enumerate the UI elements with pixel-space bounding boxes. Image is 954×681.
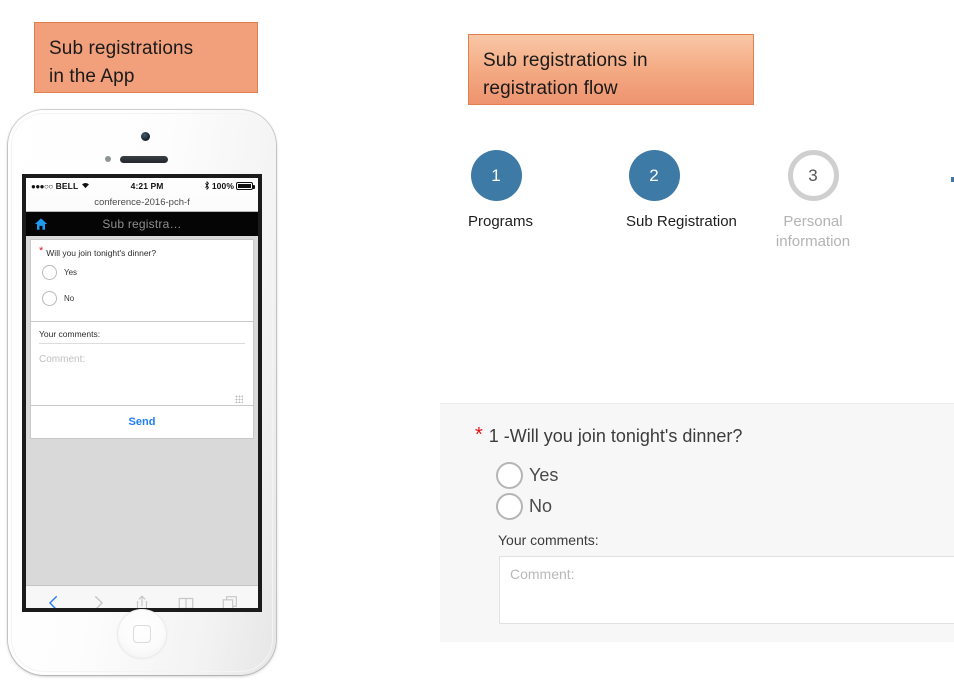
comment-textarea[interactable]: Comment: <box>39 349 245 405</box>
step-1-number: 1 <box>491 165 501 185</box>
tabs-icon-svg <box>222 596 237 608</box>
radio-no-label: No <box>529 496 553 516</box>
radio-no-label: No <box>64 294 75 303</box>
comment-placeholder: Comment: <box>39 354 86 365</box>
url-text: conference-2016-pch-f <box>94 197 190 208</box>
step-3-circle[interactable]: 3 <box>787 150 839 201</box>
question-label: * Will you join tonight's dinner? <box>39 245 245 259</box>
callout-app-line1: Sub registrations <box>49 38 194 59</box>
form-panel-radio-yes[interactable]: Yes <box>496 462 558 489</box>
callout-flow-title: Sub registrations in registration flow <box>468 34 754 105</box>
bookmarks-icon-svg <box>178 597 194 608</box>
phone-screen: ●●●○○ BELL 4:21 PM 100% conference-2016-… <box>22 174 262 612</box>
step-3-number: 3 <box>808 165 818 185</box>
desktop-form-panel: * 1 -Will you join tonight's dinner? Yes… <box>440 403 954 642</box>
form-panel-question: * 1 -Will you join tonight's dinner? <box>475 424 743 447</box>
bluetooth-icon <box>204 180 210 192</box>
home-icon-svg <box>34 218 48 230</box>
ios-status-bar: ●●●○○ BELL 4:21 PM 100% <box>26 178 258 194</box>
resize-handle-icon[interactable] <box>235 395 243 403</box>
required-asterisk: * <box>475 424 483 446</box>
stepper-step-3[interactable]: 3 Personal information <box>776 150 850 252</box>
step-1-label: Programs <box>468 213 534 230</box>
proximity-sensor-icon <box>105 156 111 162</box>
callout-app-line2: in the App <box>49 66 135 87</box>
callout-flow-line2: registration flow <box>483 78 618 99</box>
radio-yes-icon[interactable] <box>42 265 57 280</box>
registration-stepper: 1 Programs 2 Sub Registration 3 Personal… <box>455 150 954 260</box>
mobile-web-form: * Will you join tonight's dinner? Yes No <box>26 239 258 608</box>
earpiece-speaker <box>120 156 168 163</box>
bookmarks-icon[interactable] <box>177 594 195 608</box>
form-panel-comment-placeholder: Comment: <box>510 566 575 582</box>
forward-icon <box>89 594 107 608</box>
send-button[interactable]: Send <box>30 406 254 439</box>
carrier-label: BELL <box>55 181 79 191</box>
radio-yes-label: Yes <box>64 268 78 277</box>
step-2-label: Sub Registration <box>626 213 737 230</box>
radio-yes-label: Yes <box>529 465 559 485</box>
form-panel-comments-label: Your comments: <box>498 532 599 548</box>
stepper-step-1[interactable]: 1 Programs <box>468 150 534 232</box>
callout-app-title: Sub registrations in the App <box>34 22 258 93</box>
form-panel-radio-no[interactable]: No <box>496 493 552 520</box>
app-nav-bar: Sub registra… <box>26 212 258 236</box>
question-block: * Will you join tonight's dinner? Yes No <box>31 240 253 321</box>
tabs-icon[interactable] <box>221 594 239 608</box>
radio-yes-icon[interactable] <box>496 462 523 489</box>
form-panel-comment-textarea[interactable]: Comment: <box>499 556 954 624</box>
radio-no-icon[interactable] <box>496 493 523 520</box>
form-panel-question-text: 1 -Will you join tonight's dinner? <box>488 426 743 446</box>
home-button[interactable] <box>117 609 167 659</box>
bluetooth-icon-svg <box>205 180 209 190</box>
send-button-label: Send <box>128 416 156 428</box>
forward-icon-svg <box>95 595 103 608</box>
front-camera-icon <box>141 132 150 141</box>
back-icon[interactable] <box>45 594 63 608</box>
step-2-circle[interactable]: 2 <box>628 150 680 201</box>
comments-label: Your comments: <box>39 329 101 339</box>
slide-canvas: Sub registrations in the App Sub registr… <box>0 0 954 681</box>
comments-block: Your comments: Comment: <box>31 322 253 405</box>
status-time: 4:21 PM <box>130 181 164 191</box>
safari-toolbar <box>26 585 258 608</box>
radio-option-yes[interactable]: Yes <box>42 265 245 280</box>
status-right: 100% <box>204 180 255 192</box>
signal-strength-icon: ●●●○○ <box>31 181 53 191</box>
step-3-label: Personal information <box>775 213 851 250</box>
status-left: ●●●○○ BELL <box>31 181 90 191</box>
battery-percent-label: 100% <box>211 181 234 191</box>
iphone-mockup: ●●●○○ BELL 4:21 PM 100% conference-2016-… <box>8 110 276 675</box>
radio-no-icon[interactable] <box>42 291 57 306</box>
question-card: * Will you join tonight's dinner? Yes No <box>30 239 254 406</box>
battery-full-icon <box>236 182 255 190</box>
stepper-step-2[interactable]: 2 Sub Registration <box>626 150 737 232</box>
comments-underline <box>39 343 245 344</box>
step-2-number: 2 <box>649 165 659 185</box>
step-1-circle[interactable]: 1 <box>470 150 522 201</box>
required-asterisk: * <box>39 245 44 257</box>
screen-content: ●●●○○ BELL 4:21 PM 100% conference-2016-… <box>26 178 258 608</box>
home-icon[interactable] <box>34 217 48 231</box>
app-nav-title: Sub registra… <box>102 217 182 231</box>
callout-flow-line1: Sub registrations in <box>483 50 648 71</box>
wifi-icon <box>81 181 90 191</box>
back-icon-svg <box>49 595 57 608</box>
radio-option-no[interactable]: No <box>42 291 245 306</box>
safari-url-bar[interactable]: conference-2016-pch-f <box>26 194 258 212</box>
wifi-icon-svg <box>82 182 90 189</box>
question-text: Will you join tonight's dinner? <box>46 248 157 258</box>
